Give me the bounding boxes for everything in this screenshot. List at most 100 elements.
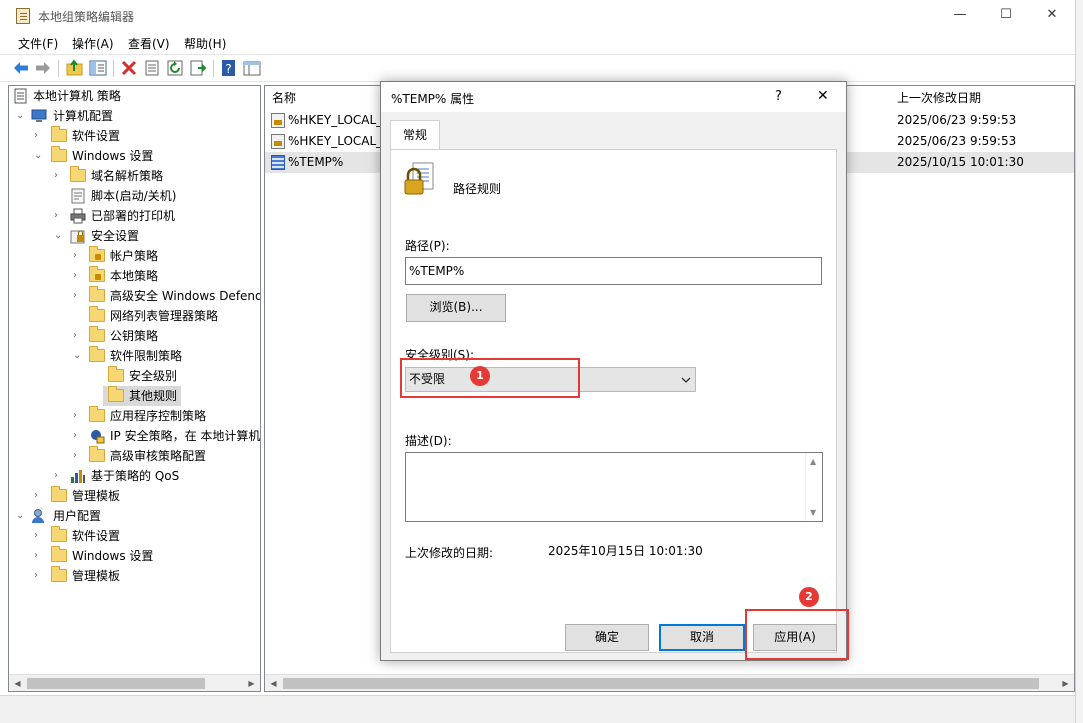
tree-item-label: 基于策略的 QoS — [91, 469, 180, 483]
chevron-right-icon[interactable]: › — [54, 471, 62, 481]
row-name: %HKEY_LOCAL_M — [288, 113, 393, 127]
export-list-icon[interactable] — [189, 59, 207, 77]
chevron-right-icon[interactable]: › — [34, 131, 42, 141]
tree-item-label: 用户配置 — [53, 509, 102, 523]
path-input[interactable]: %TEMP% — [405, 257, 822, 285]
tree-item-label: 安全设置 — [91, 229, 140, 243]
chevron-right-icon[interactable]: › — [73, 291, 81, 301]
chevron-right-icon[interactable]: › — [73, 271, 81, 281]
chevron-right-icon[interactable]: › — [73, 251, 81, 261]
tree-item-label: 计算机配置 — [53, 109, 114, 123]
scroll-down-arrow-icon[interactable]: ▼ — [810, 508, 816, 517]
chevron-right-icon[interactable]: › — [34, 531, 42, 541]
chevron-right-icon[interactable]: › — [34, 571, 42, 581]
scroll-right-arrow-icon[interactable]: ▶ — [243, 675, 260, 691]
scroll-left-arrow-icon[interactable]: ◀ — [265, 675, 282, 691]
dialog-close-button[interactable]: ✕ — [817, 88, 829, 104]
folder-icon — [51, 546, 67, 562]
chevron-down-icon[interactable]: ⌄ — [73, 351, 81, 361]
list-horizontal-scrollbar[interactable]: ◀ ▶ — [265, 674, 1074, 691]
chevron-right-icon[interactable]: › — [73, 451, 81, 461]
scroll-up-arrow-icon[interactable]: ▲ — [810, 457, 816, 466]
computer-icon — [31, 109, 47, 122]
chevron-right-icon[interactable]: › — [34, 491, 42, 501]
ok-button[interactable]: 确定 — [565, 624, 649, 651]
last-modified-label: 上次修改的日期: — [405, 546, 494, 560]
minimize-button[interactable]: — — [937, 0, 983, 32]
folder-icon — [89, 346, 105, 362]
locked-folder-icon — [89, 246, 105, 262]
description-scrollbar[interactable]: ▲ ▼ — [805, 453, 822, 521]
filter-view-icon[interactable] — [243, 59, 261, 77]
tree-item-label: 软件设置 — [72, 129, 121, 143]
menu-view[interactable]: 查看(V) — [128, 35, 170, 52]
dialog-title: %TEMP% 属性 — [391, 92, 475, 106]
help-icon[interactable]: ? — [220, 59, 238, 77]
menu-action[interactable]: 操作(A) — [72, 35, 114, 52]
title-bar: 本地组策略编辑器 — ☐ ✕ — [0, 0, 1075, 32]
window-title: 本地组策略编辑器 — [38, 10, 135, 24]
chevron-right-icon[interactable]: › — [34, 551, 42, 561]
tab-general[interactable]: 常规 — [390, 120, 440, 149]
up-folder-icon[interactable] — [66, 59, 84, 77]
folder-icon — [51, 146, 67, 162]
tree-item-label: 网络列表管理器策略 — [110, 309, 219, 323]
folder-icon — [89, 286, 105, 302]
folder-icon — [108, 386, 124, 402]
tree-item-label: 域名解析策略 — [91, 169, 164, 183]
delete-icon[interactable] — [120, 59, 138, 77]
close-button[interactable]: ✕ — [1029, 0, 1075, 32]
chevron-right-icon[interactable]: › — [73, 331, 81, 341]
scroll-left-arrow-icon[interactable]: ◀ — [9, 675, 26, 691]
tree-item-label: Windows 设置 — [72, 149, 154, 163]
chevron-down-icon[interactable]: ⌄ — [16, 511, 24, 521]
tree-item-label: IP 安全策略，在 本地计算机 — [110, 429, 261, 443]
dialog-help-button[interactable]: ? — [775, 89, 782, 104]
svg-text:?: ? — [225, 62, 231, 76]
scroll-right-arrow-icon[interactable]: ▶ — [1057, 675, 1074, 691]
tree-horizontal-scrollbar[interactable]: ◀ ▶ — [9, 674, 260, 691]
refresh-icon[interactable] — [166, 59, 184, 77]
scrollbar-thumb[interactable] — [283, 678, 1039, 689]
forward-arrow-icon[interactable] — [34, 59, 52, 77]
path-rule-lock-icon — [404, 162, 434, 195]
ip-security-icon — [91, 430, 105, 444]
tree-item-label: 应用程序控制策略 — [110, 409, 207, 423]
properties-dialog: %TEMP% 属性 ? ✕ 常规 路径规则 路径(P): %TEMP% 浏览(B… — [380, 81, 849, 661]
browse-button[interactable]: 浏览(B)... — [406, 294, 506, 322]
printer-icon — [70, 208, 86, 224]
folder-icon — [89, 406, 105, 422]
annotation-box-apply — [745, 609, 849, 660]
tree-item-label: 已部署的打印机 — [91, 209, 176, 223]
tree-item-label: 脚本(启动/关机) — [91, 189, 177, 203]
chevron-right-icon[interactable]: › — [73, 411, 81, 421]
tree-item-label: 高级安全 Windows Defend — [110, 289, 261, 303]
chevron-right-icon[interactable]: › — [73, 431, 81, 441]
folder-icon — [51, 526, 67, 542]
row-name: %TEMP% — [288, 155, 344, 169]
menu-file[interactable]: 文件(F) — [18, 35, 58, 52]
cancel-button[interactable]: 取消 — [659, 624, 745, 651]
chevron-down-icon[interactable]: ⌄ — [16, 111, 24, 121]
description-textarea[interactable]: ▲ ▼ — [405, 452, 823, 522]
registry-key-icon — [271, 113, 285, 128]
folder-icon — [89, 446, 105, 462]
chevron-right-icon[interactable]: › — [54, 171, 62, 181]
chevron-right-icon[interactable]: › — [54, 211, 62, 221]
maximize-button[interactable]: ☐ — [983, 0, 1029, 32]
back-arrow-icon[interactable] — [12, 59, 30, 77]
menu-help[interactable]: 帮助(H) — [184, 35, 226, 52]
chevron-down-icon[interactable] — [681, 376, 691, 384]
column-header-name[interactable]: 名称 — [272, 86, 296, 110]
chevron-down-icon[interactable]: ⌄ — [54, 231, 62, 241]
chevron-down-icon[interactable]: ⌄ — [34, 151, 42, 161]
scrollbar-thumb[interactable] — [27, 678, 205, 689]
folder-icon — [89, 326, 105, 342]
tree-item-label: 本地策略 — [110, 269, 159, 283]
folder-icon — [70, 166, 86, 182]
column-header-modified[interactable]: 上一次修改日期 — [897, 86, 981, 110]
show-hide-tree-icon[interactable] — [89, 59, 107, 77]
tree-item-label: 软件设置 — [72, 529, 121, 543]
tab-page-general: 路径规则 路径(P): %TEMP% 浏览(B)... 安全级别(S): 不受限… — [390, 149, 837, 653]
properties-icon[interactable] — [143, 59, 161, 77]
